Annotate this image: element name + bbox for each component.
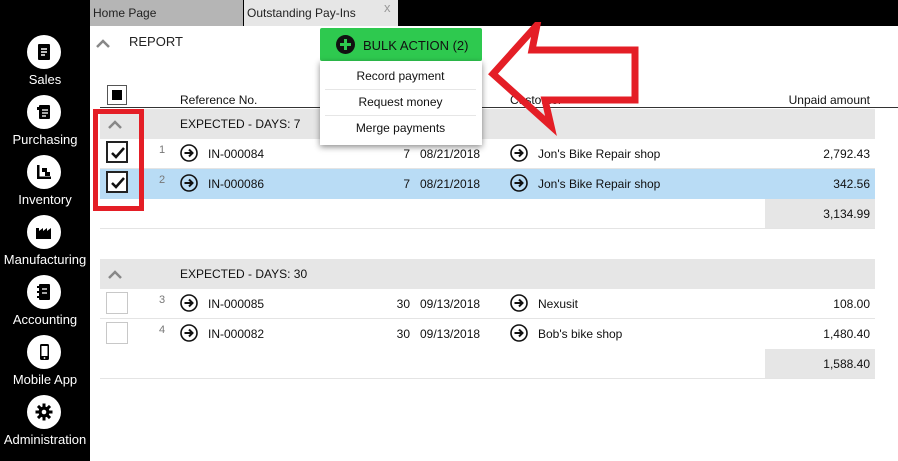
inventory-icon — [27, 155, 61, 189]
reference-cell: IN-000082 — [208, 327, 265, 341]
sidebar-item-label: Sales — [28, 72, 62, 87]
amount-cell: 1,480.40 — [823, 327, 870, 341]
days-cell: 30 — [396, 327, 410, 341]
open-invoice-arrow-icon[interactable] — [180, 324, 198, 342]
row-number: 4 — [159, 324, 166, 336]
customer-cell: Jon's Bike Repair shop — [538, 147, 661, 161]
sidebar-item-label: Manufacturing — [3, 252, 87, 267]
open-invoice-arrow-icon[interactable] — [180, 294, 198, 312]
row-number: 3 — [159, 294, 166, 306]
annotation-arrow — [488, 22, 639, 136]
gear-icon — [27, 395, 61, 429]
row-checkbox[interactable] — [106, 322, 128, 344]
days-cell: 7 — [403, 147, 410, 161]
sidebar-item-purchasing[interactable]: Purchasing — [0, 95, 90, 155]
customer-cell: Bob's bike shop — [538, 327, 623, 341]
sidebar-item-label: Purchasing — [12, 132, 78, 147]
group-subtotal: 3,134.99 — [823, 207, 870, 221]
report-title: REPORT — [129, 34, 183, 49]
date-cell: 08/21/2018 — [420, 147, 481, 161]
sidebar-item-accounting[interactable]: Accounting — [0, 275, 90, 335]
row-number: 2 — [159, 174, 166, 186]
group-subtotal: 1,588.40 — [823, 357, 870, 371]
customer-cell: Jon's Bike Repair shop — [538, 177, 661, 191]
column-header-unpaid-amount[interactable]: Unpaid amount — [710, 93, 870, 107]
row-divider — [100, 378, 875, 379]
annotation-highlight-box — [93, 109, 144, 211]
menu-item-record-payment[interactable]: Record payment — [325, 64, 476, 88]
date-cell: 09/13/2018 — [420, 297, 481, 311]
group-label: EXPECTED - DAYS: 7 — [180, 117, 301, 131]
sidebar-item-label: Inventory — [18, 192, 72, 207]
sidebar: Sales Purchasing Inventory Manufacturing… — [0, 0, 90, 461]
open-customer-arrow-icon[interactable] — [510, 294, 528, 312]
sidebar-item-label: Administration — [3, 432, 87, 447]
sidebar-item-administration[interactable]: Administration — [0, 395, 90, 455]
date-cell: 09/13/2018 — [420, 327, 481, 341]
accounting-icon — [27, 275, 61, 309]
menu-item-request-money[interactable]: Request money — [325, 90, 476, 114]
mobile-app-icon — [27, 335, 61, 369]
sidebar-item-label: Accounting — [12, 312, 78, 327]
open-invoice-arrow-icon[interactable] — [180, 144, 198, 162]
sales-icon — [27, 35, 61, 69]
bulk-action-label: BULK ACTION (2) — [363, 38, 469, 53]
sidebar-item-inventory[interactable]: Inventory — [0, 155, 90, 215]
select-all-checkbox[interactable] — [107, 85, 127, 105]
group-label: EXPECTED - DAYS: 30 — [180, 267, 308, 281]
open-customer-arrow-icon[interactable] — [510, 174, 528, 192]
bulk-action-menu: Record payment Request money Merge payme… — [320, 61, 482, 145]
report-content: REPORT Reference No. Customer Unpaid amo… — [90, 22, 898, 461]
manufacturing-icon — [27, 215, 61, 249]
amount-cell: 2,792.43 — [823, 147, 870, 161]
row-number: 1 — [159, 144, 166, 156]
date-cell: 08/21/2018 — [420, 177, 481, 191]
menu-item-merge-payments[interactable]: Merge payments — [325, 116, 476, 140]
open-invoice-arrow-icon[interactable] — [180, 174, 198, 192]
bulk-action-button[interactable]: BULK ACTION (2) — [320, 28, 482, 61]
purchasing-icon — [27, 95, 61, 129]
plus-circle-icon — [336, 35, 355, 54]
open-customer-arrow-icon[interactable] — [510, 324, 528, 342]
sidebar-item-manufacturing[interactable]: Manufacturing — [0, 215, 90, 275]
sidebar-item-label: Mobile App — [12, 372, 78, 387]
amount-cell: 108.00 — [833, 297, 870, 311]
column-header-reference[interactable]: Reference No. — [180, 93, 257, 107]
amount-cell: 342.56 — [833, 177, 870, 191]
customer-cell: Nexusit — [538, 297, 579, 311]
sidebar-item-mobile-app[interactable]: Mobile App — [0, 335, 90, 395]
reference-cell: IN-000084 — [208, 147, 265, 161]
sidebar-item-sales[interactable]: Sales — [0, 35, 90, 95]
close-tab-icon[interactable]: x — [384, 0, 391, 15]
tab-outstanding-pay-ins[interactable]: Outstanding Pay-Ins — [244, 0, 398, 26]
reference-cell: IN-000086 — [208, 177, 265, 191]
days-cell: 30 — [396, 297, 410, 311]
row-divider — [100, 318, 875, 319]
open-customer-arrow-icon[interactable] — [510, 144, 528, 162]
collapse-report-chevron-icon[interactable] — [95, 38, 111, 48]
tab-home-page[interactable]: Home Page — [90, 0, 243, 26]
collapse-group-chevron-icon[interactable] — [107, 269, 123, 279]
days-cell: 7 — [403, 177, 410, 191]
reference-cell: IN-000085 — [208, 297, 265, 311]
row-checkbox[interactable] — [106, 292, 128, 314]
row-divider — [100, 228, 875, 229]
tab-label: Outstanding Pay-Ins — [247, 6, 356, 20]
